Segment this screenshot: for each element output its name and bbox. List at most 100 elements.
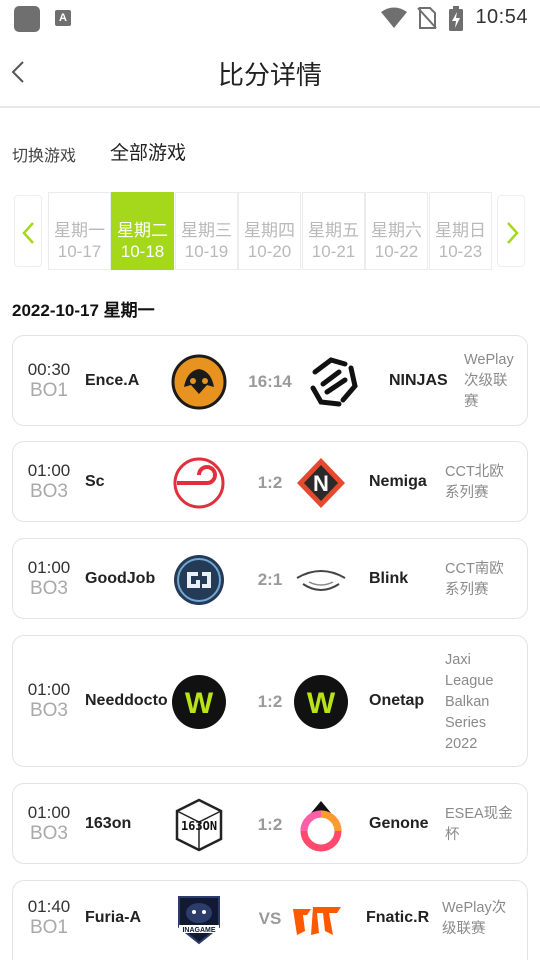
league-name-line: League — [445, 672, 494, 689]
svg-text:163ON: 163ON — [181, 819, 217, 833]
game-switch-row: 切换游戏 全部游戏 — [12, 136, 512, 166]
game-switch-label: 切换游戏 — [12, 148, 77, 165]
match-format: BO3 — [29, 480, 69, 502]
league-name-line: 级联赛 — [442, 921, 486, 937]
date-tab-weekday: 星期三 — [181, 221, 232, 240]
date-tab-weekday: 星期日 — [435, 221, 486, 240]
svg-text:INAGAME: INAGAME — [182, 927, 215, 934]
match-time: 00:30 — [27, 359, 71, 379]
game-switch-value[interactable]: 全部游戏 — [110, 138, 186, 165]
163on-logo: 163ON — [171, 797, 227, 853]
match-time: 01:00 — [27, 802, 71, 822]
match-card[interactable]: 01:00 BO3 163on 163ON 1:2 Genone ESEA现金杯 — [12, 783, 528, 864]
league-name: CCT南欧 系列赛 — [445, 559, 504, 601]
date-tab[interactable]: 星期五 10-21 — [302, 192, 365, 270]
match-time: 01:40 — [27, 897, 71, 916]
section-date-heading: 2022-10-17 星期一 — [12, 301, 155, 320]
w-logo: W — [171, 674, 227, 730]
away-team-name: Blink — [369, 569, 409, 587]
home-team-name: Ence.A — [85, 371, 140, 389]
date-tab[interactable]: 星期三 10-19 — [175, 192, 238, 270]
league-name-line: 系列赛 — [445, 484, 489, 501]
league-name: ESEA现金杯 — [445, 804, 513, 846]
goodjob-logo — [171, 552, 227, 608]
svg-text:W: W — [307, 687, 336, 720]
league-name: CCT北欧系列赛 — [445, 462, 504, 504]
away-team-name: NINJAS — [389, 371, 448, 389]
away-team-name: Genone — [369, 814, 429, 832]
match-card[interactable]: 01:00 BO3 Sc 1:2 N Nemiga CCT北欧 系列赛 — [12, 441, 528, 522]
blink-logo — [293, 552, 349, 608]
date-tab[interactable]: 星期六 10-22 — [365, 192, 428, 270]
chevron-right-icon — [507, 222, 519, 244]
league-name: WePlay次级联赛 — [442, 898, 506, 940]
wifi-icon — [381, 7, 407, 28]
a-icon: A — [55, 10, 71, 26]
date-tab-weekday: 星期六 — [371, 221, 422, 240]
match-card[interactable]: 01:00 BO3 Needdocto W 1:2 W Onetap Jaxi League Ba… — [12, 635, 528, 767]
league-name-line: Jaxi — [445, 651, 471, 668]
match-score: 16:14 — [248, 371, 292, 391]
league-name-line: ESEA现金 — [445, 805, 513, 822]
nemiga-logo: N — [293, 455, 349, 511]
genone-logo — [293, 797, 349, 853]
home-team-name: GoodJob — [85, 569, 156, 587]
app-header: 比分详情 — [0, 36, 540, 108]
date-tab[interactable]: 星期一 10-17 — [48, 192, 111, 270]
date-tab-date: 10-19 — [184, 242, 229, 261]
home-team-name: Needdocto — [85, 692, 168, 709]
match-card[interactable]: 01:40 BO1 Furia-A INAGAME VS Fnatic.R WePlay次级… — [12, 880, 528, 960]
svg-text:N: N — [313, 471, 329, 496]
match-format: BO3 — [29, 822, 69, 844]
match-time-block: 01:00 BO3 — [13, 803, 85, 845]
league-name: WePlay次级联赛 — [464, 350, 514, 413]
w-logo: W — [293, 674, 349, 730]
status-bar: A 10:54 — [0, 0, 540, 36]
match-time-block: 01:00 BO3 — [13, 461, 85, 503]
date-tab-weekday: 星期一 — [54, 221, 105, 240]
league-name-line: 次级联 — [464, 373, 508, 389]
league-name-line: 杯 — [445, 826, 460, 843]
sc-logo — [171, 455, 227, 511]
date-tab-weekday: 星期五 — [308, 221, 359, 240]
league-name-line: Series — [445, 714, 487, 731]
date-tab-date: 10-18 — [120, 242, 165, 261]
date-tab[interactable]: 星期日 10-23 — [429, 192, 492, 270]
date-tab-date: 10-22 — [374, 242, 419, 261]
league-name-line: CCT北欧 — [445, 463, 504, 480]
clock: 10:54 — [475, 6, 528, 28]
date-tab-date: 10-21 — [311, 242, 356, 261]
chevron-left-icon — [22, 222, 34, 244]
league-name-line: WePlay次 — [442, 900, 507, 916]
match-format: BO1 — [29, 379, 69, 401]
prev-week-button[interactable] — [14, 195, 42, 267]
date-tab-date: 10-20 — [247, 242, 292, 261]
match-card[interactable]: 00:30 BO1 Ence.A 16:14 NINJAS WePlay 次级联赛 — [12, 335, 528, 426]
app-icon — [14, 6, 40, 32]
league-name-line: 系列赛 — [445, 581, 489, 598]
match-time-block: 01:00 BO3 — [13, 558, 85, 600]
date-tab-weekday: 星期二 — [117, 221, 168, 240]
match-time-block: 00:30 BO1 — [13, 360, 85, 402]
match-format: BO3 — [29, 577, 69, 599]
date-tab-date: 10-23 — [438, 242, 483, 261]
page-title: 比分详情 — [217, 60, 322, 90]
date-tab[interactable]: 星期二 10-18 — [111, 192, 174, 270]
league-name-line: Balkan — [445, 693, 490, 710]
match-format: BO1 — [29, 917, 69, 938]
match-card[interactable]: 01:00 BO3 GoodJob 2:1 Blink CCT南欧 系列赛 — [12, 538, 528, 619]
svg-text:W: W — [185, 687, 214, 720]
ence-logo — [171, 354, 227, 410]
away-team-name: Nemiga — [369, 472, 427, 490]
next-week-button[interactable] — [497, 195, 525, 267]
home-team-name: 163on — [85, 814, 132, 832]
match-format: BO3 — [29, 700, 69, 721]
away-team-name: Onetap — [369, 692, 425, 709]
match-time: 01:00 — [27, 460, 71, 480]
date-tab-date: 10-17 — [57, 242, 102, 261]
league-name-line: WePlay — [464, 352, 514, 368]
date-tab[interactable]: 星期四 10-20 — [238, 192, 301, 270]
match-time-block: 01:00 BO3 — [13, 680, 85, 722]
away-team-name: Fnatic.R — [366, 909, 430, 926]
match-time: 01:00 — [27, 557, 71, 577]
